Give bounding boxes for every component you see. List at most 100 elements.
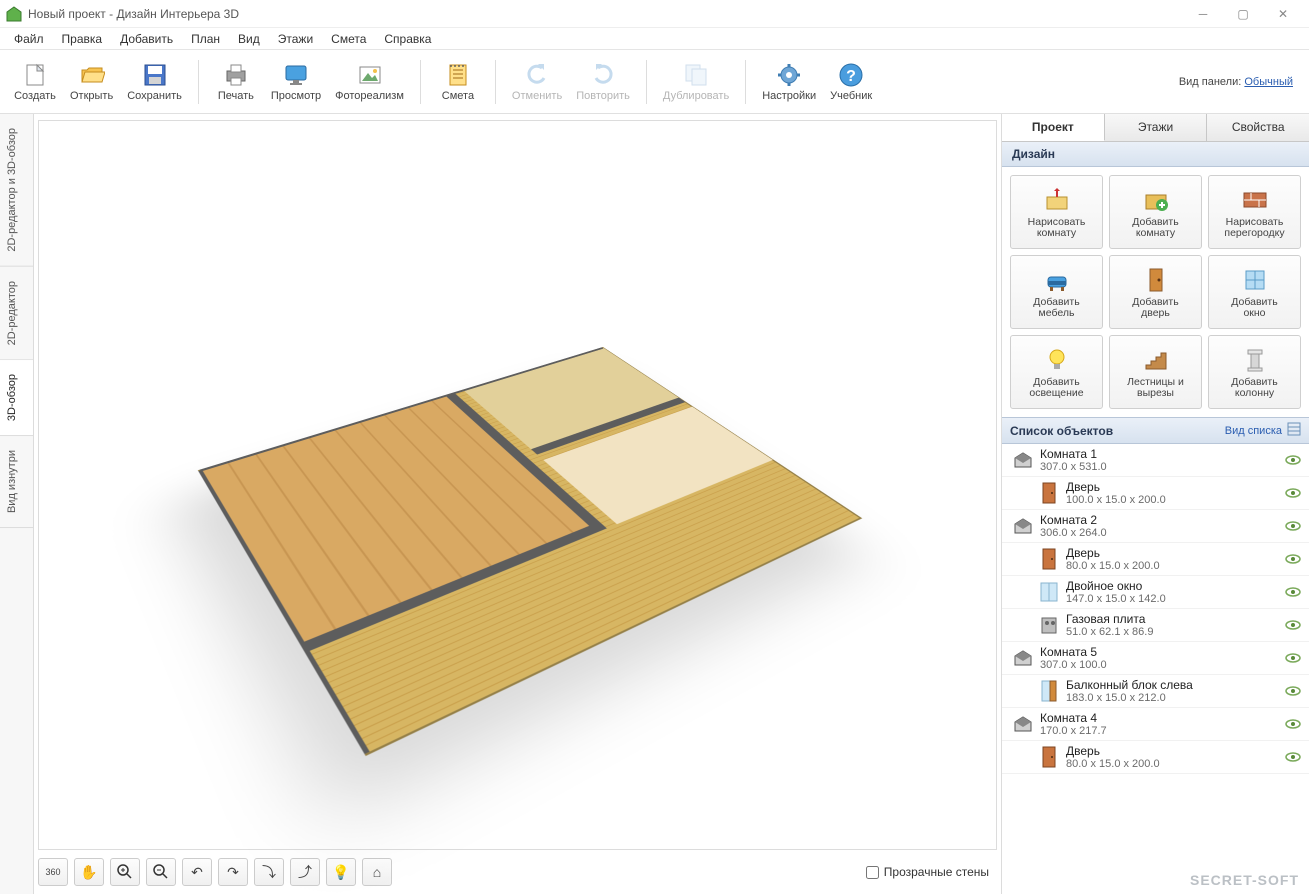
design-section-header: Дизайн: [1002, 142, 1309, 167]
menu-view[interactable]: Вид: [230, 30, 268, 48]
menu-estimate[interactable]: Смета: [323, 30, 374, 48]
rtab-props[interactable]: Свойства: [1207, 114, 1309, 141]
room-icon: [1012, 515, 1034, 537]
design-card-add-window[interactable]: Добавитьокно: [1208, 255, 1301, 329]
tb-preview[interactable]: Просмотр: [265, 53, 327, 111]
panel-view-link[interactable]: Обычный: [1244, 76, 1293, 88]
menu-add[interactable]: Добавить: [112, 30, 181, 48]
object-row[interactable]: Комната 1307.0 x 531.0: [1002, 444, 1309, 477]
rtab-floors[interactable]: Этажи: [1105, 114, 1208, 141]
help-icon: ?: [837, 61, 865, 89]
visibility-toggle-icon[interactable]: [1285, 488, 1301, 498]
tb-settings[interactable]: Настройки: [756, 53, 822, 111]
menu-file[interactable]: Файл: [6, 30, 52, 48]
object-row[interactable]: Дверь80.0 x 15.0 x 200.0: [1002, 741, 1309, 774]
object-name: Комната 2: [1040, 513, 1285, 527]
left-tabs: 2D-редактор и 3D-обзор 2D-редактор 3D-об…: [0, 114, 34, 894]
design-card-label: Нарисоватьперегородку: [1224, 217, 1284, 239]
menu-plan[interactable]: План: [183, 30, 228, 48]
btn-tilt-down[interactable]: ⤵: [254, 858, 284, 886]
design-card-draw-room[interactable]: Нарисоватькомнату: [1010, 175, 1103, 249]
visibility-toggle-icon[interactable]: [1285, 620, 1301, 630]
maximize-button[interactable]: ▢: [1223, 1, 1263, 27]
visibility-toggle-icon[interactable]: [1285, 653, 1301, 663]
vtab-inside[interactable]: Вид изнутри: [0, 436, 33, 528]
visibility-toggle-icon[interactable]: [1285, 719, 1301, 729]
design-card-stairs-cutouts[interactable]: Лестницы ивырезы: [1109, 335, 1202, 409]
design-card-add-furniture[interactable]: Добавитьмебель: [1010, 255, 1103, 329]
object-row[interactable]: Дверь100.0 x 15.0 x 200.0: [1002, 477, 1309, 510]
visibility-toggle-icon[interactable]: [1285, 587, 1301, 597]
btn-rotate-right[interactable]: ↷: [218, 858, 248, 886]
visibility-toggle-icon[interactable]: [1285, 521, 1301, 531]
3d-viewport[interactable]: [38, 120, 997, 850]
object-row[interactable]: Двойное окно147.0 x 15.0 x 142.0: [1002, 576, 1309, 609]
design-card-add-column[interactable]: Добавитьколонну: [1208, 335, 1301, 409]
visibility-toggle-icon[interactable]: [1285, 455, 1301, 465]
design-card-add-door[interactable]: Добавитьдверь: [1109, 255, 1202, 329]
btn-zoom-in[interactable]: [110, 858, 140, 886]
notepad-icon: [444, 61, 472, 89]
svg-text:?: ?: [846, 68, 856, 85]
object-row[interactable]: Комната 5307.0 x 100.0: [1002, 642, 1309, 675]
btn-rotate-left[interactable]: ↶: [182, 858, 212, 886]
object-name: Дверь: [1066, 546, 1285, 560]
menu-help[interactable]: Справка: [376, 30, 439, 48]
visibility-toggle-icon[interactable]: [1285, 686, 1301, 696]
rtab-project[interactable]: Проект: [1002, 114, 1105, 141]
object-dims: 307.0 x 100.0: [1040, 659, 1285, 671]
object-row[interactable]: Газовая плита51.0 x 62.1 x 86.9: [1002, 609, 1309, 642]
object-dims: 183.0 x 15.0 x 212.0: [1066, 692, 1285, 704]
tb-photoreal[interactable]: Фотореализм: [329, 53, 410, 111]
btn-pan[interactable]: ✋: [74, 858, 104, 886]
balcony-icon: [1038, 680, 1060, 702]
add-lighting-icon: [1042, 346, 1072, 374]
btn-tilt-up[interactable]: ⤴: [290, 858, 320, 886]
tb-print[interactable]: Печать: [209, 53, 263, 111]
close-button[interactable]: ✕: [1263, 1, 1303, 27]
toolbar-separator: [198, 60, 199, 104]
save-icon: [141, 61, 169, 89]
design-card-label: Лестницы ивырезы: [1127, 377, 1184, 399]
design-card-label: Добавитькомнату: [1132, 217, 1178, 239]
tb-estimate[interactable]: Смета: [431, 53, 485, 111]
tb-tutorial[interactable]: ? Учебник: [824, 53, 878, 111]
vtab-2d[interactable]: 2D-редактор: [0, 267, 33, 360]
visibility-toggle-icon[interactable]: [1285, 554, 1301, 564]
design-card-draw-partition[interactable]: Нарисоватьперегородку: [1208, 175, 1301, 249]
titlebar: Новый проект - Дизайн Интерьера 3D ─ ▢ ✕: [0, 0, 1309, 28]
door-icon: [1038, 746, 1060, 768]
add-window-icon: [1240, 266, 1270, 294]
object-row[interactable]: Комната 2306.0 x 264.0: [1002, 510, 1309, 543]
menu-floors[interactable]: Этажи: [270, 30, 321, 48]
design-card-add-room[interactable]: Добавитькомнату: [1109, 175, 1202, 249]
minimize-button[interactable]: ─: [1183, 1, 1223, 27]
print-icon: [222, 61, 250, 89]
object-name: Газовая плита: [1066, 612, 1285, 626]
object-row[interactable]: Балконный блок слева183.0 x 15.0 x 212.0: [1002, 675, 1309, 708]
monitor-icon: [282, 61, 310, 89]
design-card-add-lighting[interactable]: Добавитьосвещение: [1010, 335, 1103, 409]
tb-open[interactable]: Открыть: [64, 53, 119, 111]
tb-duplicate[interactable]: Дублировать: [657, 53, 735, 111]
object-row[interactable]: Комната 4170.0 x 217.7: [1002, 708, 1309, 741]
tb-create[interactable]: Создать: [8, 53, 62, 111]
menu-edit[interactable]: Правка: [54, 30, 111, 48]
open-folder-icon: [78, 61, 106, 89]
btn-zoom-out[interactable]: [146, 858, 176, 886]
tb-save[interactable]: Сохранить: [121, 53, 188, 111]
draw-room-icon: [1042, 186, 1072, 214]
object-row[interactable]: Дверь80.0 x 15.0 x 200.0: [1002, 543, 1309, 576]
tb-undo[interactable]: Отменить: [506, 53, 568, 111]
vtab-2d-3d[interactable]: 2D-редактор и 3D-обзор: [0, 114, 33, 267]
btn-360[interactable]: 360: [38, 858, 68, 886]
object-dims: 80.0 x 15.0 x 200.0: [1066, 758, 1285, 770]
btn-light[interactable]: 💡: [326, 858, 356, 886]
visibility-toggle-icon[interactable]: [1285, 752, 1301, 762]
tb-redo[interactable]: Повторить: [570, 53, 636, 111]
list-view-toggle-icon[interactable]: [1287, 422, 1301, 439]
transparent-walls-checkbox[interactable]: [866, 866, 879, 879]
toolbar: Создать Открыть Сохранить Печать Просмот…: [0, 50, 1309, 114]
btn-home-view[interactable]: ⌂: [362, 858, 392, 886]
vtab-3d[interactable]: 3D-обзор: [0, 360, 33, 436]
